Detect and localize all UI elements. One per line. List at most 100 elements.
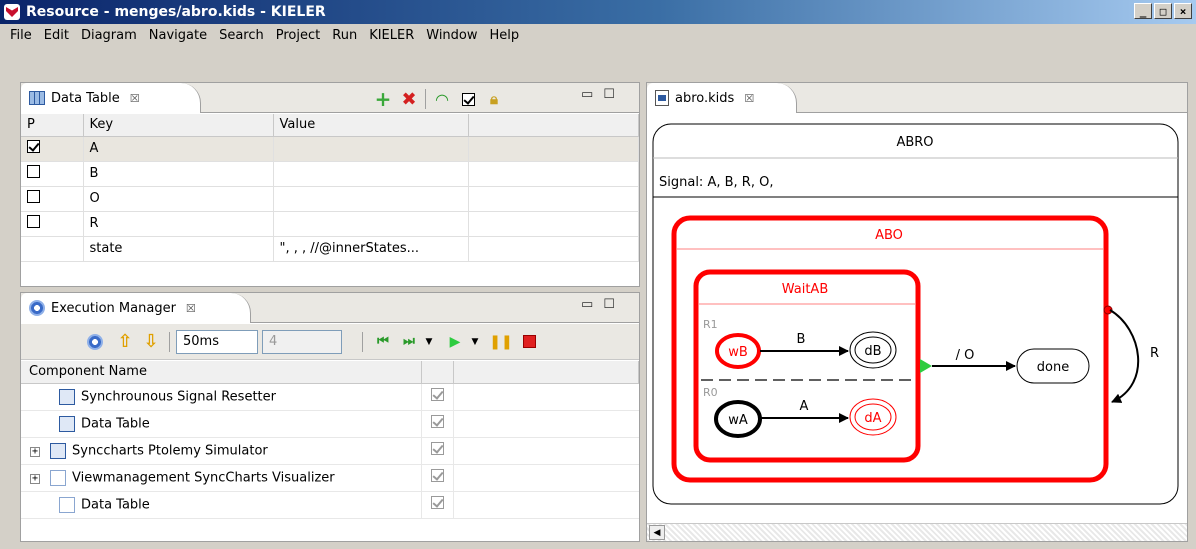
table-row[interactable]: B [21,161,639,187]
toolbar-separator [362,331,363,352]
maximize-view-icon[interactable]: ☐ [603,297,615,312]
enabled-checkbox[interactable] [430,388,444,401]
add-icon[interactable]: + [373,87,393,111]
table-row[interactable]: R [21,211,639,237]
present-checkbox[interactable] [27,140,40,153]
row-key: B [83,161,274,187]
horizontal-scrollbar[interactable]: ◀ [647,523,1187,541]
component-table: Component Name Synchrounous Signal Reset… [21,361,639,519]
state-wb-label: wB [728,345,748,360]
data-table-view: Data Table ☒ + ✖ ◠ 🔒︎ ▭ ☐ P Key Value A [20,82,640,287]
row-key: O [83,186,274,212]
gears-icon[interactable] [85,332,105,352]
close-button[interactable]: × [1174,3,1192,19]
menu-kieler[interactable]: KIELER [363,28,420,43]
row-key: R [83,211,274,237]
component-name: Data Table [81,497,150,512]
state-done-label: done [1037,360,1069,375]
expand-icon[interactable]: + [30,447,40,457]
minimize-view-icon[interactable]: ▭ [581,297,593,312]
enabled-checkbox[interactable] [430,442,444,455]
checkbox-toggle-icon[interactable] [458,89,478,109]
maximize-view-icon[interactable]: ☐ [603,87,615,102]
menu-project[interactable]: Project [270,28,326,43]
pause-icon[interactable]: ❚❚ [489,332,512,352]
editor-tabstrip: abro.kids ☒ [647,83,1187,113]
transition-a-label: A [800,399,809,414]
present-checkbox[interactable] [27,190,40,203]
state-abo-label: ABO [875,228,903,243]
interval-input[interactable]: 50ms [176,329,258,354]
syncchart-canvas[interactable]: ABRO Signal: A, B, R, O, ABO WaitAB R1 R… [647,114,1187,522]
row-value [273,211,469,237]
lock-icon[interactable]: 🔒︎ [484,89,504,109]
row-key: state [83,236,274,262]
present-checkbox[interactable] [27,165,40,178]
column-key[interactable]: Key [83,114,274,137]
tab-abro-kids[interactable]: abro.kids ☒ [647,83,797,113]
diagram-editor: abro.kids ☒ ABRO Signal: A, B, R, O, ABO… [646,82,1188,542]
component-name: Viewmanagement SyncCharts Visualizer [72,470,335,485]
present-checkbox[interactable] [27,215,40,228]
window-controls: _ □ × [1134,3,1192,19]
close-tab-icon[interactable]: ☒ [130,92,140,105]
wireless-icon[interactable]: ◠ [432,89,452,109]
table-row[interactable]: state ", , , //@innerStates... [21,236,639,262]
play-icon[interactable]: ▶ [445,332,465,352]
enabled-checkbox[interactable] [430,496,444,509]
execution-manager-tab-label: Execution Manager [51,300,176,316]
menu-help[interactable]: Help [484,28,526,43]
state-db-label: dB [864,344,881,359]
list-item[interactable]: Synchrounous Signal Resetter [21,383,639,411]
stop-icon[interactable] [519,332,539,352]
menu-search[interactable]: Search [213,28,270,43]
menu-bar: File Edit Diagram Navigate Search Projec… [0,24,1196,46]
move-up-icon[interactable]: ⇧ [115,331,135,352]
list-item[interactable]: + Viewmanagement SyncCharts Visualizer [21,464,639,492]
component-table-header: Component Name [21,361,639,384]
menu-run[interactable]: Run [326,28,363,43]
state-waitab-label: WaitAB [782,282,829,297]
close-tab-icon[interactable]: ☒ [744,92,754,105]
execution-manager-view: Execution Manager ☒ ▭ ☐ ⇧ ⇩ 50ms 4 ⏮︎ ⏭︎… [20,292,640,542]
expand-icon[interactable]: + [30,474,40,484]
enabled-checkbox[interactable] [430,469,444,482]
column-value[interactable]: Value [273,114,469,137]
step-back-icon[interactable]: ⏮︎ [373,332,393,352]
scroll-left-icon[interactable]: ◀ [649,525,665,540]
column-p[interactable]: P [21,114,84,137]
column-component-name[interactable]: Component Name [21,361,422,384]
minimize-view-icon[interactable]: ▭ [581,87,593,102]
menu-file[interactable]: File [4,28,38,43]
tab-data-table[interactable]: Data Table ☒ [21,83,201,113]
component-name: Synchrounous Signal Resetter [81,389,276,404]
menu-diagram[interactable]: Diagram [75,28,143,43]
data-table-tab-label: Data Table [51,90,120,106]
menu-edit[interactable]: Edit [38,28,75,43]
table-row[interactable]: A [21,136,639,162]
move-down-icon[interactable]: ⇩ [141,331,161,352]
list-item[interactable]: Data Table [21,410,639,438]
play-dropdown-icon[interactable]: ▼ [465,332,485,352]
maximize-button[interactable]: □ [1154,3,1172,19]
enabled-checkbox[interactable] [430,415,444,428]
step-forward-icon[interactable]: ⏭︎ [399,332,419,352]
step-dropdown-icon[interactable]: ▼ [419,332,439,352]
row-value [273,161,469,187]
state-da-label: dA [864,411,881,426]
visualizer-icon [50,469,66,486]
data-table-header: P Key Value [21,114,639,137]
tab-execution-manager[interactable]: Execution Manager ☒ [21,293,251,323]
state-wa-label: wA [728,413,748,428]
list-item[interactable]: Data Table [21,491,639,519]
menu-window[interactable]: Window [420,28,483,43]
minimize-button[interactable]: _ [1134,3,1152,19]
table-row[interactable]: O [21,186,639,212]
remove-icon[interactable]: ✖ [399,89,419,110]
menu-navigate[interactable]: Navigate [143,28,213,43]
transition-o-label: / O [956,348,975,363]
list-item[interactable]: + Synccharts Ptolemy Simulator [21,437,639,465]
data-table-toolbar: + ✖ ◠ 🔒︎ [373,87,504,111]
component-name: Synccharts Ptolemy Simulator [72,443,268,458]
close-tab-icon[interactable]: ☒ [186,302,196,315]
